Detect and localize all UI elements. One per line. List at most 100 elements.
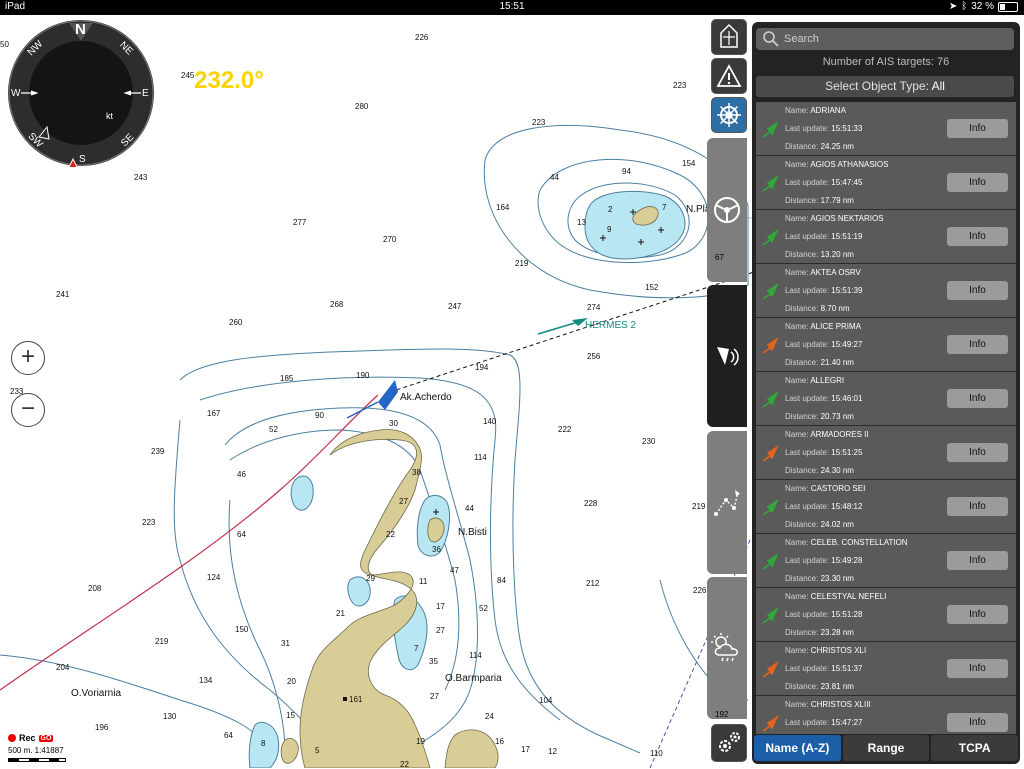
tab-weather[interactable]: 192 [707,577,747,719]
sort-tab[interactable]: Range [842,735,930,761]
heading-value: 232.0° [194,67,264,94]
depth-sounding: 52 [269,425,278,434]
depth-sounding: 9 [607,225,612,234]
ais-target-icon [762,121,779,138]
info-button[interactable]: Info [947,497,1008,516]
compass-rose [8,20,154,172]
depth-sounding: 52 [479,604,488,613]
sog-value: 7.1 [213,100,245,125]
sort-tab[interactable]: Name (A-Z) [754,735,841,761]
depth-sounding: 29 [366,574,375,583]
depth-sounding: 219 [692,502,706,511]
ais-target-row[interactable]: Name: ARMADORES II Last update: 15:51:25 D… [756,426,1016,480]
ais-target-row[interactable]: Name: CELEB. CONSTELLATION Last update: 1… [756,534,1016,588]
depth-sounding: 31 [281,639,290,648]
info-button[interactable]: Info [947,443,1008,462]
last-update-key: Last update: [785,178,830,187]
ais-target-row[interactable]: Name: ALLEGRI Last update: 15:46:01 Distan… [756,372,1016,426]
depth-sounding: 226 [693,586,707,595]
search-input[interactable]: Search [756,28,1014,50]
tab-waypoints[interactable] [707,431,747,574]
info-button[interactable]: Info [947,605,1008,624]
info-button[interactable]: Info [947,389,1008,408]
depth-sounding: 12 [548,747,557,756]
settings-button[interactable] [711,724,747,762]
track-recording-indicator[interactable]: Rec GO [8,733,54,743]
last-update-value: 15:47:27 [831,718,863,727]
depth-sounding: 17 [436,602,445,611]
autopilot-button[interactable] [711,97,747,133]
ais-target-row[interactable]: Name: CASTORO SEI Last update: 15:48:12 Di… [756,480,1016,534]
compass-widget[interactable]: N NE E SE S SW W NW HDG 232.0° 7.1 kt SO… [7,19,264,172]
rec-tag: GO [38,734,54,742]
distance-value: 23.30 nm [820,574,854,583]
vessel-name: CELESTYAL NEFELI [810,592,887,601]
object-type-selector[interactable]: Select Object Type: All [756,76,1014,97]
depth-sounding: 194 [475,363,489,372]
info-button[interactable]: Info [947,659,1008,678]
depth-sounding: 27 [430,692,439,701]
info-button[interactable]: Info [947,281,1008,300]
ais-target-row[interactable]: Name: CELESTYAL NEFELI Last update: 15:51… [756,588,1016,642]
distance-key: Distance: [785,250,819,259]
last-update-value: 15:48:12 [831,502,863,511]
alarm-button[interactable] [711,58,747,94]
ais-target-row[interactable]: Name: CHRISTOS XLIII Last update: 15:47:2… [756,696,1016,734]
ais-target-icon [762,283,779,300]
depth-sounding: 196 [95,723,109,732]
place-name-o-barmparia: O.Barmparia [445,673,502,684]
depth-sounding: 219 [515,259,529,268]
distance-key: Distance: [785,142,819,151]
depth-sounding: 124 [207,573,221,582]
ais-target-row[interactable]: Name: AGIOS ATHANASIOS Last update: 15:47… [756,156,1016,210]
depth-sounding: 260 [229,318,243,327]
last-update-key: Last update: [785,394,830,403]
ais-target-row[interactable]: Name: AGIOS NEKTARIOS Last update: 15:51:… [756,210,1016,264]
depth-sounding: 164 [496,203,510,212]
ais-target-list[interactable]: Name: ADRIANA Last update: 15:51:33 Distan… [756,102,1016,734]
distance-key: Distance: [785,574,819,583]
tab-ais[interactable] [707,285,747,427]
place-name-o-voriarnia: O.Voriarnia [71,688,122,699]
zoom-in-button[interactable]: + [11,341,45,375]
info-button[interactable]: Info [947,551,1008,570]
scale-bar [8,758,66,762]
tab-route[interactable]: 67 [707,138,747,282]
sort-tab[interactable]: TCPA [931,735,1019,761]
name-key: Name: [785,268,809,277]
zoom-out-button[interactable]: − [11,393,45,427]
info-button[interactable]: Info [947,335,1008,354]
info-button[interactable]: Info [947,227,1008,246]
ais-target-row[interactable]: Name: AKTEA OSRV Last update: 15:51:39 Dis… [756,264,1016,318]
vessel-name: AKTEA OSRV [810,268,861,277]
depth-sounding: 243 [134,173,148,182]
ais-target-row[interactable]: Name: ADRIANA Last update: 15:51:33 Distan… [756,102,1016,156]
last-update-value: 15:51:39 [831,286,863,295]
name-key: Name: [785,538,809,547]
ais-target-icon [762,715,779,732]
ais-target-row[interactable]: Name: ALICE PRIMA Last update: 15:49:27 Di… [756,318,1016,372]
vessel-name: CHRISTOS XLI [810,646,867,655]
depth-sounding: 2 [608,205,613,214]
depth-sounding: 256 [587,352,601,361]
depth-sounding: 7 [414,644,419,653]
range-ring-label: 192 [715,710,729,719]
depth-sounding: 5 [315,746,320,755]
ais-vessel-label[interactable]: HERMES 2 [585,320,636,331]
compass-s: S [79,154,86,165]
distance-key: Distance: [785,466,819,475]
spot-height: 161 [349,695,363,704]
ais-target-icon [762,607,779,624]
depth-sounding: 15 [286,711,295,720]
ais-target-row[interactable]: Name: CHRISTOS XLI Last update: 15:51:37 D… [756,642,1016,696]
ais-target-icon [762,445,779,462]
depth-sounding: 204 [56,663,70,672]
last-update-value: 15:51:28 [831,610,863,619]
info-button[interactable]: Info [947,713,1008,732]
distance-value: 13.20 nm [820,250,854,259]
place-name-ak-acherdo: Ak.Acherdo [400,392,452,403]
own-boat-center-button[interactable] [711,19,747,55]
depth-sounding: 20 [287,677,296,686]
info-button[interactable]: Info [947,119,1008,138]
info-button[interactable]: Info [947,173,1008,192]
